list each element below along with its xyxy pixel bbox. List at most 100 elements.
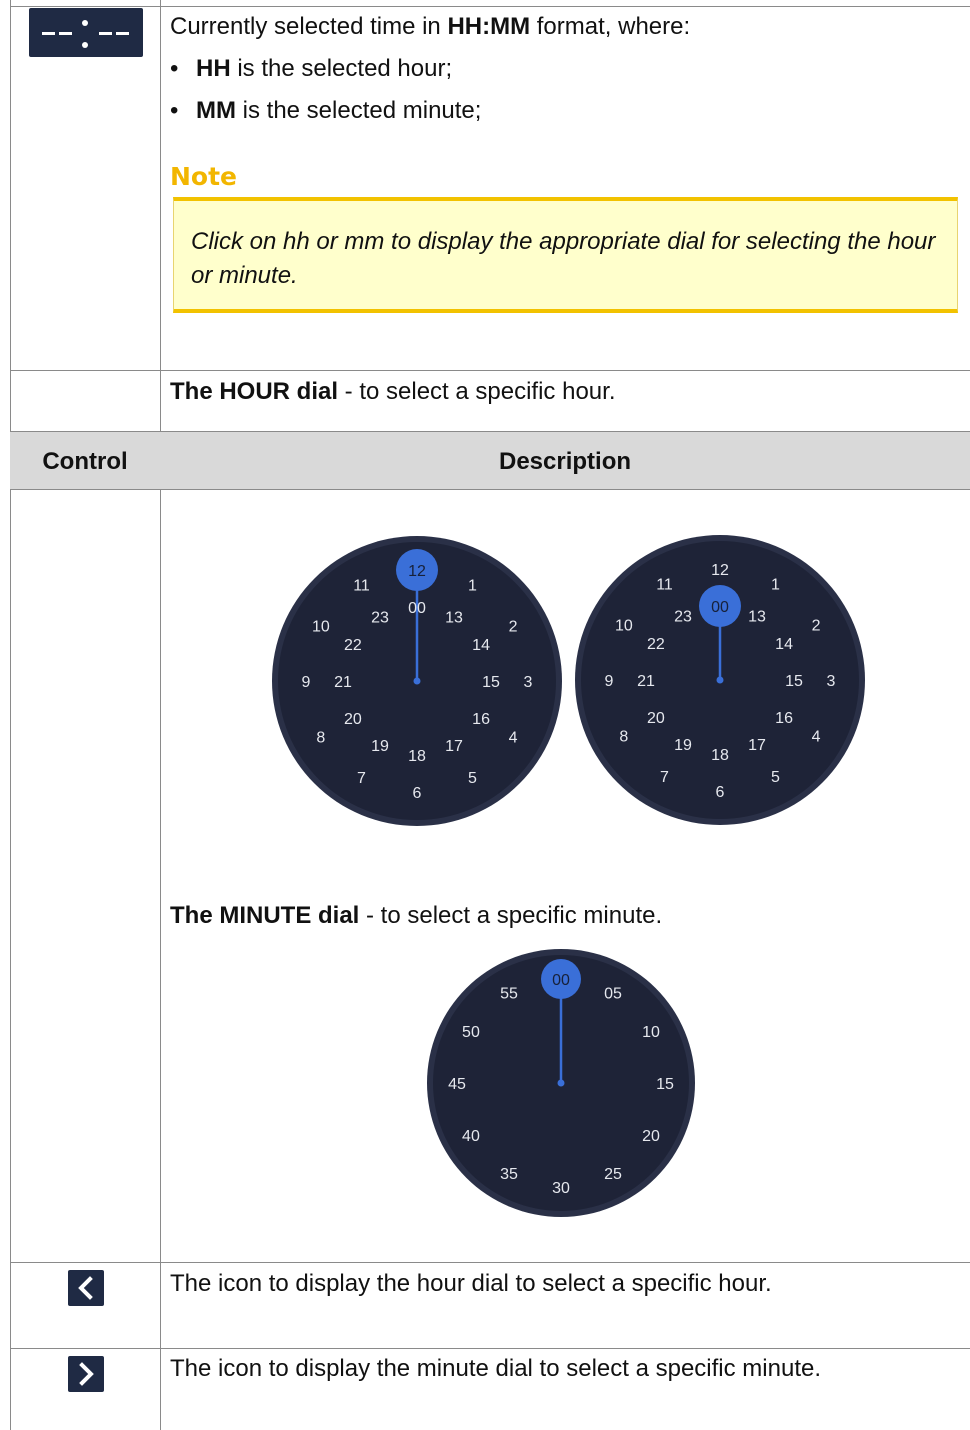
table-row-divider xyxy=(10,370,970,371)
dial-number-label[interactable]: 50 xyxy=(462,1024,480,1041)
dial-number-label[interactable]: 30 xyxy=(552,1180,570,1197)
hour-icon-description: The icon to display the hour dial to sel… xyxy=(170,1270,772,1297)
format-list: • HH is the selected hour; • MM is the sel… xyxy=(170,54,481,138)
time-description: Currently selected time in HH:MM format,… xyxy=(170,12,690,42)
dial-number-label[interactable]: 2 xyxy=(812,617,821,634)
minute-dial-button[interactable] xyxy=(68,1356,104,1392)
intro-post: format, where: xyxy=(530,13,691,40)
dial-number-label[interactable]: 10 xyxy=(312,618,330,635)
dial-number-label[interactable]: 55 xyxy=(500,986,518,1003)
dial-number-label[interactable]: 00 xyxy=(408,600,426,617)
dial-number-label[interactable]: 17 xyxy=(445,738,463,755)
dial-number-label[interactable]: 1 xyxy=(468,578,477,595)
list-item-text: is the selected hour; xyxy=(230,55,453,82)
list-item-bold: HH xyxy=(196,55,231,82)
list-item: • MM is the selected minute; xyxy=(170,97,482,124)
dial-number-label[interactable]: 19 xyxy=(371,738,389,755)
hour-dial-caption: The HOUR dial - to select a specific hou… xyxy=(170,377,615,407)
hour-dial-button[interactable] xyxy=(68,1270,104,1306)
caption-bold: The HOUR dial xyxy=(170,378,339,405)
time-display-control[interactable] xyxy=(29,8,143,57)
dial-number-label[interactable]: 2 xyxy=(509,618,518,635)
dial-number-label[interactable]: 9 xyxy=(302,674,311,691)
minute-dial-caption: The MINUTE dial - to select a specific m… xyxy=(170,901,662,931)
dial-number-label[interactable]: 21 xyxy=(334,674,352,691)
dial-number-label[interactable]: 23 xyxy=(674,609,692,626)
header-description: Description xyxy=(498,448,632,475)
chevron-left-icon xyxy=(78,1276,93,1300)
dial-number-label[interactable]: 16 xyxy=(775,710,793,727)
dial-number-label[interactable]: 3 xyxy=(827,673,836,690)
dial-number-label[interactable]: 6 xyxy=(716,784,725,801)
dial-number-label[interactable]: 45 xyxy=(448,1076,466,1093)
minute-dial[interactable]: 00 05 10 15 20 25 30 35 40 45 50 55 xyxy=(423,945,699,1221)
dial-number-label[interactable]: 21 xyxy=(637,673,655,690)
dial-number-label[interactable]: 10 xyxy=(615,617,633,634)
dial-number-label[interactable]: 22 xyxy=(344,637,362,654)
dial-number-label[interactable]: 00 xyxy=(552,972,570,989)
dial-center-dot xyxy=(557,1079,565,1087)
dial-number-label[interactable]: 20 xyxy=(642,1128,660,1145)
dial-number-label[interactable]: 25 xyxy=(604,1166,622,1183)
dial-number-label[interactable]: 22 xyxy=(647,636,665,653)
dial-number-label[interactable]: 05 xyxy=(604,986,622,1003)
dial-number-label[interactable]: 11 xyxy=(353,578,370,595)
dial-number-label[interactable]: 18 xyxy=(711,747,729,764)
dial-number-label[interactable]: 20 xyxy=(344,711,362,728)
dial-number-label[interactable]: 5 xyxy=(771,769,780,786)
dial-number-label[interactable]: 23 xyxy=(371,610,389,627)
list-item-text: is the selected minute; xyxy=(235,97,482,124)
dial-number-label[interactable]: 18 xyxy=(408,748,426,765)
dial-number-label[interactable]: 8 xyxy=(316,729,325,746)
dial-number-label[interactable]: 14 xyxy=(472,637,490,654)
dial-number-label[interactable]: 35 xyxy=(500,1166,518,1183)
dial-number-label[interactable]: 3 xyxy=(524,674,533,691)
note-text: Click on hh or mm to display the appropr… xyxy=(191,228,936,289)
hour-dial[interactable]: 121234567891011001314151617181920212223 xyxy=(570,530,870,830)
dial-number-label[interactable]: 1 xyxy=(771,577,780,594)
caption-bold: The MINUTE dial xyxy=(170,902,360,929)
dial-number-label[interactable]: 15 xyxy=(656,1076,674,1093)
dial-number-label[interactable]: 15 xyxy=(482,674,500,691)
dial-number-label[interactable]: 12 xyxy=(711,562,729,579)
table-header: Control Description xyxy=(10,431,970,490)
dial-number-label[interactable]: 13 xyxy=(445,610,463,627)
dial-number-label[interactable]: 17 xyxy=(748,737,766,754)
dial-number-label[interactable]: 7 xyxy=(357,770,366,787)
table-row-divider xyxy=(10,1348,970,1349)
dial-number-label[interactable]: 10 xyxy=(642,1024,660,1041)
list-item-bold: MM xyxy=(196,97,236,124)
table-row-divider xyxy=(10,1262,970,1263)
chevron-right-icon xyxy=(79,1362,94,1386)
dial-number-label[interactable]: 19 xyxy=(674,737,692,754)
caption-text: - to select a specific minute. xyxy=(359,902,663,929)
dial-number-label[interactable]: 4 xyxy=(812,728,821,745)
caption-text: - to select a specific hour. xyxy=(338,378,616,405)
dial-number-label[interactable]: 11 xyxy=(656,577,673,594)
dial-number-label[interactable]: 12 xyxy=(408,563,426,580)
time-display-icon xyxy=(42,20,129,48)
intro-pre: Currently selected time in xyxy=(170,13,448,40)
minute-icon-description: The icon to display the minute dial to s… xyxy=(170,1355,821,1382)
dial-number-label[interactable]: 40 xyxy=(462,1128,480,1145)
table-top-border xyxy=(10,6,970,7)
dial-number-label[interactable]: 4 xyxy=(509,729,518,746)
intro-format: HH:MM xyxy=(447,13,531,40)
dial-number-label[interactable]: 15 xyxy=(785,673,803,690)
dial-number-label[interactable]: 5 xyxy=(468,770,477,787)
dial-number-label[interactable]: 9 xyxy=(605,673,614,690)
list-item: • HH is the selected hour; xyxy=(170,55,453,82)
note-title: Note xyxy=(170,162,238,191)
dial-number-label[interactable]: 13 xyxy=(748,609,766,626)
table-border-left xyxy=(10,0,11,1430)
table-column-divider xyxy=(160,0,161,1430)
dial-number-label[interactable]: 7 xyxy=(660,769,669,786)
dial-number-label[interactable]: 16 xyxy=(472,711,490,728)
dial-number-label[interactable]: 14 xyxy=(775,636,793,653)
hour-dial[interactable]: 121234567891011001314151617181920212223 xyxy=(267,531,567,831)
dial-number-label[interactable]: 00 xyxy=(711,599,729,616)
dial-number-label[interactable]: 8 xyxy=(619,728,628,745)
dial-number-label[interactable]: 6 xyxy=(413,785,422,802)
dial-number-label[interactable]: 20 xyxy=(647,710,665,727)
note-box: Click on hh or mm to display the appropr… xyxy=(173,197,958,313)
